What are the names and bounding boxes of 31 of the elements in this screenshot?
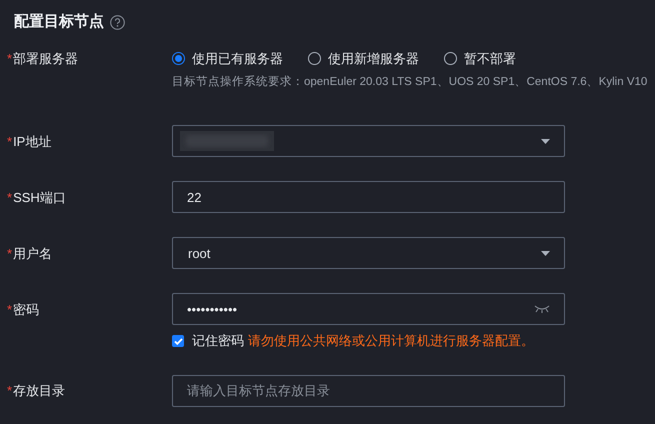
field-label: 密码 (13, 300, 40, 318)
hint-text: 目标节点操作系统要求：openEuler 20.03 LTS SP1、UOS 20 SP1、CentOS 7.6、Kylin V10 (172, 74, 648, 90)
dropdown-caret-icon (541, 250, 550, 256)
field-label: IP地址 (13, 132, 52, 150)
text-field[interactable]: 22 (172, 181, 565, 214)
dropdown-caret-icon (541, 138, 550, 144)
field-label: 用户名 (13, 244, 52, 262)
select-field[interactable]: root (172, 237, 565, 270)
help-icon[interactable] (110, 14, 125, 30)
required-mark: * (7, 382, 12, 400)
text-field[interactable]: 请输入目标节点存放目录 (172, 374, 565, 407)
eye-closed-icon[interactable] (534, 305, 550, 314)
select-value: root (187, 244, 210, 262)
required-mark: * (7, 244, 12, 262)
required-mark: * (7, 50, 12, 68)
field-label: 部署服务器 (13, 50, 78, 68)
password-field[interactable]: ••••••••••• (172, 293, 565, 326)
field-label: 存放目录 (13, 382, 66, 400)
password-value: ••••••••••• (187, 300, 238, 318)
required-mark: * (7, 132, 12, 150)
section-title: 配置目标节点 (14, 12, 104, 32)
radio-option[interactable]: 使用新增服务器 (308, 48, 419, 68)
field-label: SSH端口 (13, 188, 66, 206)
required-mark: * (7, 300, 12, 318)
checkbox-label: 记住密码 (192, 332, 244, 350)
radio-option[interactable]: 使用已有服务器 (172, 48, 283, 68)
select-field[interactable] (172, 125, 565, 158)
warning-text: 请勿使用公共网络或公用计算机进行服务器配置。 (248, 332, 534, 350)
radio-option[interactable]: 暂不部署 (444, 48, 516, 68)
required-mark: * (7, 188, 12, 206)
checkbox[interactable] (172, 335, 184, 347)
